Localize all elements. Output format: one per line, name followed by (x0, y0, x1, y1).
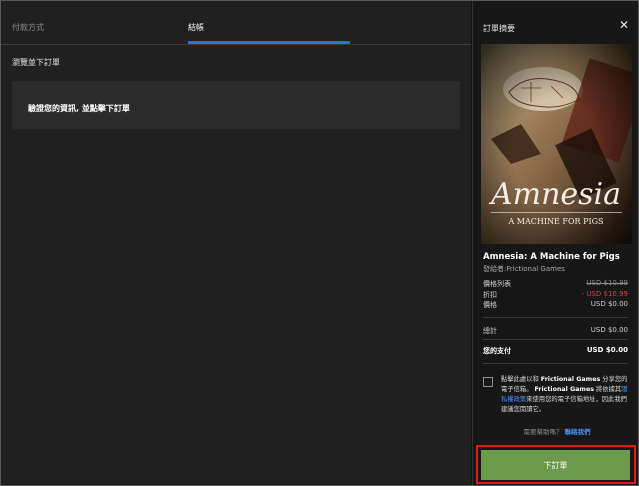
total-label: 您的支付 (483, 347, 511, 355)
consent-text-part: 將依據其 (593, 386, 622, 393)
tab-payment-method[interactable]: 付款方式 (12, 22, 44, 33)
price-row-list: 價格列表 USD $10.99 (483, 279, 628, 289)
cover-subtitle-art: A MACHINE FOR PIGS (507, 217, 603, 226)
total-row: 您的支付 USD $0.00 (483, 346, 628, 356)
subtotal-row: 總計 USD $0.00 (483, 326, 628, 336)
subtotal-value: USD $0.00 (590, 326, 628, 334)
info-box: 驗證您的資訊, 並點擊下訂單 (12, 81, 460, 129)
checkout-tabs: 付款方式 結帳 (1, 1, 471, 45)
divider (483, 363, 628, 364)
price-label: 價格列表 (483, 280, 511, 288)
order-summary-panel: 訂單摘要 ✕ Amnesia A MACHINE FOR PIGS Amnesi… (472, 1, 638, 485)
subtotal-label: 總計 (483, 327, 497, 335)
review-heading: 瀏覽並下訂單 (12, 58, 60, 67)
price-value: USD $10.99 (586, 279, 628, 287)
total-value: USD $0.00 (586, 346, 628, 354)
order-summary-title: 訂單摘要 (483, 24, 515, 33)
cover-title-art: Amnesia (488, 177, 621, 212)
price-final-value: USD $0.00 (590, 300, 628, 308)
consent-company: Frictional Games (540, 376, 601, 383)
discount-value: - USD $10.99 (581, 290, 628, 298)
game-title: Amnesia: A Machine for Pigs (483, 252, 620, 262)
tab-checkout[interactable]: 結帳 (188, 22, 204, 33)
price-final-label: 價格 (483, 301, 497, 309)
price-row-price: 價格 USD $0.00 (483, 300, 628, 310)
consent-text-part: 點擊此處以和 (501, 376, 541, 383)
publisher: 發給者:Frictional Games (483, 265, 565, 273)
price-row-discount: 折扣 - USD $10.99 (483, 290, 628, 300)
game-cover-image: Amnesia A MACHINE FOR PIGS (481, 44, 632, 244)
email-consent-checkbox[interactable] (483, 377, 493, 387)
close-icon[interactable]: ✕ (619, 19, 629, 31)
help-text: 需要幫助嗎？ (523, 428, 563, 436)
help-line: 需要幫助嗎？ 聯絡我們 (483, 426, 631, 436)
place-order-button[interactable]: 下訂單 (481, 450, 630, 480)
info-text: 驗證您的資訊, 並點擊下訂單 (28, 104, 130, 113)
active-tab-indicator (188, 41, 350, 44)
divider (483, 339, 628, 340)
checkout-panel: 付款方式 結帳 瀏覽並下訂單 驗證您的資訊, 並點擊下訂單 (1, 1, 471, 485)
divider (483, 317, 628, 318)
contact-us-link[interactable]: 聯絡我們 (565, 428, 591, 436)
consent-company: Frictional Games (534, 386, 594, 393)
discount-label: 折扣 (483, 291, 497, 299)
email-consent-text: 點擊此處以和 Frictional Games 分享您的電子信箱。 Fricti… (501, 375, 631, 415)
